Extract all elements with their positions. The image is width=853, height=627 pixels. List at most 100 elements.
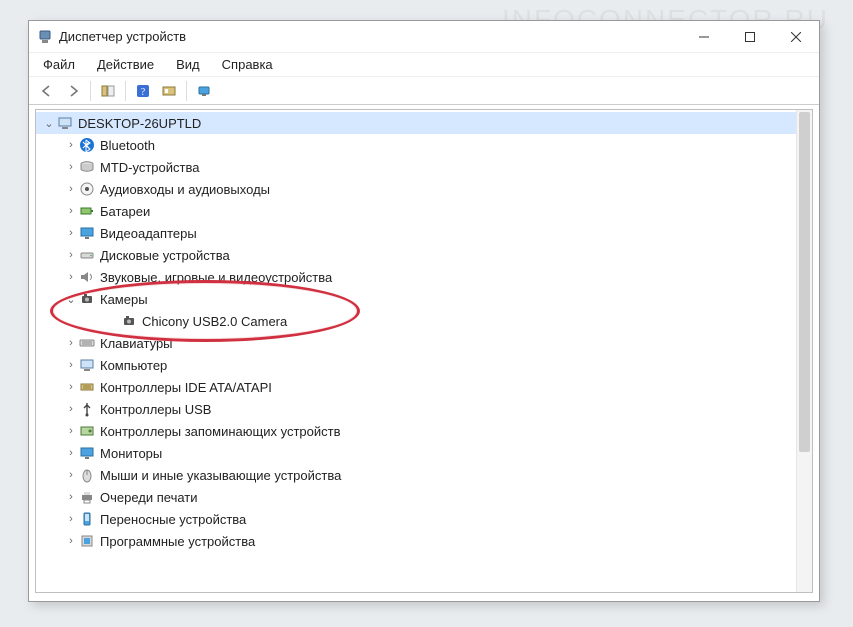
tree-root[interactable]: ⌄ DESKTOP-26UPTLD [36, 112, 796, 134]
chevron-right-icon[interactable]: › [64, 139, 78, 151]
keyboard-icon [78, 335, 96, 351]
properties-button[interactable] [192, 80, 216, 102]
toolbar: ? [29, 77, 819, 105]
maximize-button[interactable] [727, 22, 773, 52]
toolbar-separator [186, 81, 187, 101]
tree-category[interactable]: › Клавиатуры [36, 332, 796, 354]
content-area: ⌄DESKTOP-26UPTLD›Bluetooth›MTD-устройств… [35, 109, 813, 593]
tree-category[interactable]: › Батареи [36, 200, 796, 222]
menu-file[interactable]: Файл [39, 55, 79, 74]
usb-icon [78, 401, 96, 417]
tree-category[interactable]: ›Контроллеры USB [36, 398, 796, 420]
computer-icon [78, 357, 96, 373]
tree-device[interactable]: · Chicony USB2.0 Camera [36, 310, 796, 332]
audio-icon [78, 181, 96, 197]
tree-category[interactable]: › Мониторы [36, 442, 796, 464]
chevron-right-icon[interactable]: › [64, 205, 78, 217]
tree-category[interactable]: › Программные устройства [36, 530, 796, 552]
chevron-right-icon[interactable]: › [64, 271, 78, 283]
tree-item-label: Звуковые, игровые и видеоустройства [100, 270, 332, 285]
bluetooth-icon [78, 137, 96, 153]
chevron-right-icon[interactable]: › [64, 381, 78, 393]
tree-item-label: Клавиатуры [100, 336, 173, 351]
menubar: Файл Действие Вид Справка [29, 53, 819, 77]
chevron-down-icon[interactable]: ⌄ [64, 293, 78, 306]
app-icon [37, 29, 53, 45]
menu-action[interactable]: Действие [93, 55, 158, 74]
chevron-right-icon[interactable]: › [64, 403, 78, 415]
toolbar-separator [125, 81, 126, 101]
tree-item-label: Дисковые устройства [100, 248, 230, 263]
tree-category[interactable]: ›Компьютер [36, 354, 796, 376]
tree-category[interactable]: › Видеоадаптеры [36, 222, 796, 244]
help-button[interactable]: ? [131, 80, 155, 102]
vertical-scrollbar[interactable] [796, 110, 812, 592]
tree-category[interactable]: › MTD-устройства [36, 156, 796, 178]
pc-icon [56, 115, 74, 131]
camera-icon [78, 291, 96, 307]
back-button[interactable] [35, 80, 59, 102]
chevron-right-icon[interactable]: › [64, 183, 78, 195]
tree-category[interactable]: ›Аудиовходы и аудиовыходы [36, 178, 796, 200]
tree-category[interactable]: › Звуковые, игровые и видеоустройства [36, 266, 796, 288]
sound-icon [78, 269, 96, 285]
chevron-right-icon[interactable]: › [64, 425, 78, 437]
forward-button[interactable] [61, 80, 85, 102]
toolbar-separator [90, 81, 91, 101]
chevron-right-icon[interactable]: › [64, 359, 78, 371]
tree-category[interactable]: › Очереди печати [36, 486, 796, 508]
device-manager-window: Диспетчер устройств Файл Действие Вид Сп… [28, 20, 820, 602]
battery-icon [78, 203, 96, 219]
portable-icon [78, 511, 96, 527]
tree-item-label: Мыши и иные указывающие устройства [100, 468, 341, 483]
chevron-right-icon[interactable]: › [64, 337, 78, 349]
tree-item-label: Контроллеры запоминающих устройств [100, 424, 340, 439]
monitor-icon [78, 445, 96, 461]
tree-category[interactable]: › Bluetooth [36, 134, 796, 156]
tree-item-label: Батареи [100, 204, 150, 219]
show-hide-console-button[interactable] [96, 80, 120, 102]
mouse-icon [78, 467, 96, 483]
storage-icon [78, 423, 96, 439]
tree-item-label: MTD-устройства [100, 160, 199, 175]
menu-view[interactable]: Вид [172, 55, 204, 74]
scrollbar-thumb[interactable] [799, 112, 810, 452]
chevron-right-icon[interactable]: › [64, 161, 78, 173]
chevron-right-icon[interactable]: › [64, 535, 78, 547]
tree-item-label: Мониторы [100, 446, 162, 461]
svg-text:?: ? [141, 87, 146, 98]
camera-icon [120, 313, 138, 329]
titlebar[interactable]: Диспетчер устройств [29, 21, 819, 53]
tree-item-label: Контроллеры IDE ATA/ATAPI [100, 380, 272, 395]
tree-item-label: Переносные устройства [100, 512, 246, 527]
tree-item-label: Камеры [100, 292, 148, 307]
scan-hardware-button[interactable] [157, 80, 181, 102]
tree-spacer: · [106, 315, 120, 327]
tree-category[interactable]: › Дисковые устройства [36, 244, 796, 266]
tree-category[interactable]: › Контроллеры запоминающих устройств [36, 420, 796, 442]
tree-category[interactable]: ⌄ Камеры [36, 288, 796, 310]
chevron-down-icon[interactable]: ⌄ [42, 117, 56, 130]
tree-item-label: DESKTOP-26UPTLD [78, 116, 201, 131]
software-icon [78, 533, 96, 549]
tree-category[interactable]: › Контроллеры IDE ATA/ATAPI [36, 376, 796, 398]
chevron-right-icon[interactable]: › [64, 227, 78, 239]
chevron-right-icon[interactable]: › [64, 249, 78, 261]
device-tree[interactable]: ⌄DESKTOP-26UPTLD›Bluetooth›MTD-устройств… [36, 110, 796, 592]
tree-item-label: Chicony USB2.0 Camera [142, 314, 287, 329]
chevron-right-icon[interactable]: › [64, 513, 78, 525]
display-icon [78, 225, 96, 241]
tree-item-label: Видеоадаптеры [100, 226, 197, 241]
close-button[interactable] [773, 22, 819, 52]
tree-item-label: Bluetooth [100, 138, 155, 153]
tree-item-label: Очереди печати [100, 490, 198, 505]
tree-item-label: Программные устройства [100, 534, 255, 549]
chevron-right-icon[interactable]: › [64, 469, 78, 481]
chevron-right-icon[interactable]: › [64, 447, 78, 459]
tree-category[interactable]: › Мыши и иные указывающие устройства [36, 464, 796, 486]
drive-icon [78, 247, 96, 263]
tree-category[interactable]: › Переносные устройства [36, 508, 796, 530]
minimize-button[interactable] [681, 22, 727, 52]
chevron-right-icon[interactable]: › [64, 491, 78, 503]
menu-help[interactable]: Справка [218, 55, 277, 74]
